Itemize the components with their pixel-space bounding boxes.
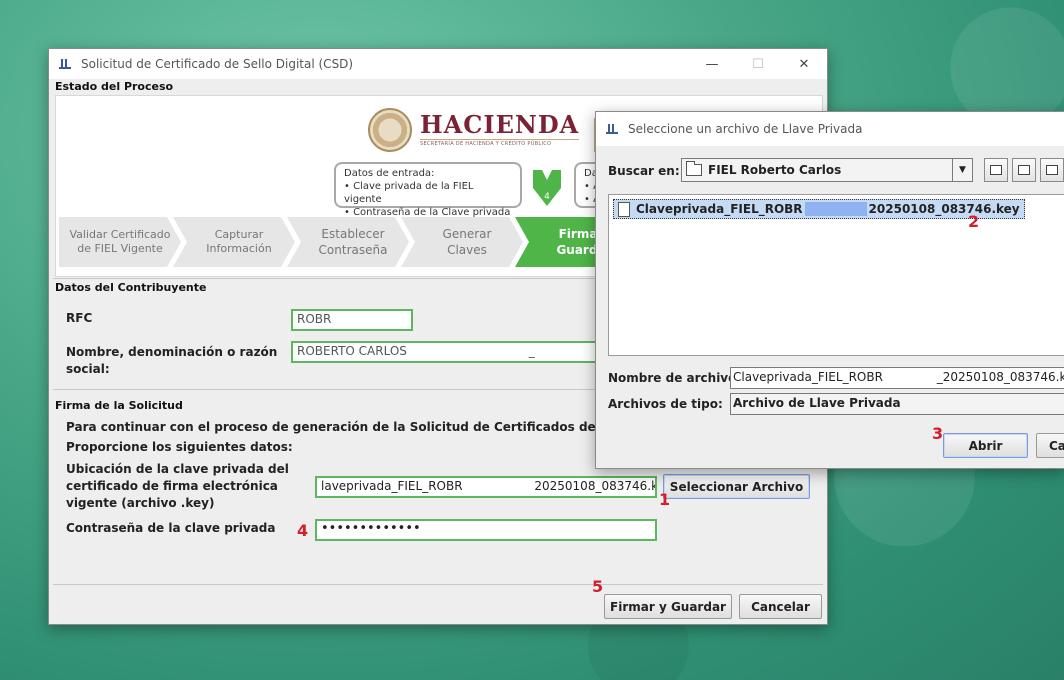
file-list[interactable]: Claveprivada_FIEL_ROBR 20250108_083746.k… xyxy=(608,194,1064,356)
instruction-line1: Para continuar con el proceso de generac… xyxy=(66,420,596,434)
file-name-end: 20250108_083746.key xyxy=(868,202,1020,216)
file-item-selected[interactable]: Claveprivada_FIEL_ROBR 20250108_083746.k… xyxy=(613,199,1025,219)
step-label: Contraseña xyxy=(318,243,388,257)
process-steps: Validar Certificado de FIEL Vigente Captu… xyxy=(59,217,637,267)
file-type-label: Archivos de tipo: xyxy=(608,397,723,411)
process-heading: Estado del Proceso xyxy=(55,80,174,93)
sign-and-save-button[interactable]: Firmar y Guardar xyxy=(604,594,732,619)
rfc-label: RFC xyxy=(66,311,93,325)
instruction-line2: Proporcione los siguientes datos: xyxy=(66,440,293,454)
home-icon xyxy=(1018,165,1030,175)
main-titlebar: Solicitud de Certificado de Sello Digita… xyxy=(49,49,827,79)
key-location-value-end: 20250108_083746.key xyxy=(534,479,657,493)
file-name-start: Claveprivada_FIEL_ROBR xyxy=(636,202,803,216)
maximize-icon[interactable]: ☐ xyxy=(735,49,781,79)
password-label: Contraseña de la clave privada xyxy=(66,521,276,535)
name-field-value: ROBERTO CARLOS xyxy=(297,344,407,358)
new-folder-icon xyxy=(1046,165,1058,175)
step-label: Validar Certificado xyxy=(69,228,171,241)
file-icon xyxy=(618,202,630,217)
file-chooser-dialog: Seleccione un archivo de Llave Privada B… xyxy=(595,111,1064,469)
annotation-3: 3 xyxy=(932,424,944,443)
select-file-button[interactable]: Seleccionar Archivo xyxy=(663,474,810,499)
file-name-value-start: Claveprivada_FIEL_ROBR xyxy=(733,370,883,384)
annotation-4: 4 xyxy=(297,521,309,540)
up-folder-icon xyxy=(990,165,1002,175)
step-arrow-icon: 4 xyxy=(533,170,561,206)
redacted-block xyxy=(804,202,867,216)
password-field[interactable]: ••••••••••••• xyxy=(315,519,657,541)
main-window-title: Solicitud de Certificado de Sello Digita… xyxy=(81,57,354,71)
minimize-icon[interactable]: — xyxy=(689,49,735,79)
name-field-value-tail: _ xyxy=(528,344,535,358)
annotation-1: 1 xyxy=(659,490,671,509)
input-box-line1: • Clave privada de la FIEL vigente xyxy=(344,181,474,205)
step-label: Claves xyxy=(447,243,487,257)
step-label: de FIEL Vigente xyxy=(77,242,163,255)
open-button[interactable]: Abrir xyxy=(943,433,1028,458)
step-badge-number: 4 xyxy=(544,192,550,202)
step-label: Información xyxy=(206,242,272,255)
look-in-value: FIEL Roberto Carlos xyxy=(708,163,842,177)
up-folder-button[interactable] xyxy=(984,158,1008,182)
dialog-titlebar: Seleccione un archivo de Llave Privada xyxy=(596,112,1064,146)
folder-icon xyxy=(686,161,702,176)
hacienda-logo: HACIENDA SECRETARÍA DE HACIENDA Y CRÉDIT… xyxy=(368,108,580,152)
step-label: Generar xyxy=(442,227,492,241)
chevron-down-icon[interactable]: ▼ xyxy=(952,159,972,181)
close-icon[interactable]: ✕ xyxy=(781,49,827,79)
annotation-5: 5 xyxy=(592,577,604,596)
file-name-field[interactable]: Claveprivada_FIEL_ROBR _20250108_083746.… xyxy=(730,367,1064,389)
cancel-button[interactable]: Cancelar xyxy=(739,594,822,619)
key-location-label-2: certificado de firma electrónica xyxy=(66,479,278,493)
java-app-icon xyxy=(59,58,71,70)
input-data-box: Datos de entrada: • Clave privada de la … xyxy=(334,162,522,218)
dialog-cancel-button[interactable]: Ca xyxy=(1036,433,1064,458)
name-field[interactable]: ROBERTO CARLOS _ xyxy=(291,341,601,363)
dialog-title: Seleccione un archivo de Llave Privada xyxy=(628,122,863,136)
java-app-icon xyxy=(606,123,618,135)
name-label-line1: Nombre, denominación o razón xyxy=(66,345,278,359)
step-label: Capturar xyxy=(214,228,264,241)
file-name-label: Nombre de archivo: xyxy=(608,371,742,385)
step-label: Establecer xyxy=(321,227,385,241)
look-in-label: Buscar en: xyxy=(608,164,680,178)
hacienda-title: HACIENDA xyxy=(420,110,580,139)
file-type-combo[interactable]: Archivo de Llave Privada xyxy=(730,393,1064,415)
hacienda-subtitle: SECRETARÍA DE HACIENDA Y CRÉDITO PÚBLICO xyxy=(420,139,580,147)
key-location-label-3: vigente (archivo .key) xyxy=(66,496,215,510)
divider xyxy=(53,584,823,585)
step-establecer: Establecer Contraseña xyxy=(287,217,409,267)
taxpayer-heading: Datos del Contribuyente xyxy=(55,281,207,294)
mexico-seal-icon xyxy=(368,108,412,152)
home-button[interactable] xyxy=(1012,158,1036,182)
name-label-line2: social: xyxy=(66,362,110,376)
file-name-value-end: _20250108_083746.k xyxy=(936,370,1064,384)
key-location-field[interactable]: laveprivada_FIEL_ROBR 20250108_083746.ke… xyxy=(315,476,657,498)
look-in-combo[interactable]: FIEL Roberto Carlos ▼ xyxy=(681,158,973,182)
input-box-title: Datos de entrada: xyxy=(344,168,435,179)
rfc-field[interactable]: ROBR xyxy=(291,309,413,331)
signature-heading: Firma de la Solicitud xyxy=(55,399,183,412)
new-folder-button[interactable] xyxy=(1040,158,1064,182)
step-generar: Generar Claves xyxy=(401,217,523,267)
key-location-label-1: Ubicación de la clave privada del xyxy=(66,462,289,476)
annotation-2: 2 xyxy=(968,212,980,231)
step-capturar: Capturar Información xyxy=(173,217,295,267)
key-location-value-start: laveprivada_FIEL_ROBR xyxy=(321,479,463,493)
step-validar: Validar Certificado de FIEL Vigente xyxy=(59,217,181,267)
